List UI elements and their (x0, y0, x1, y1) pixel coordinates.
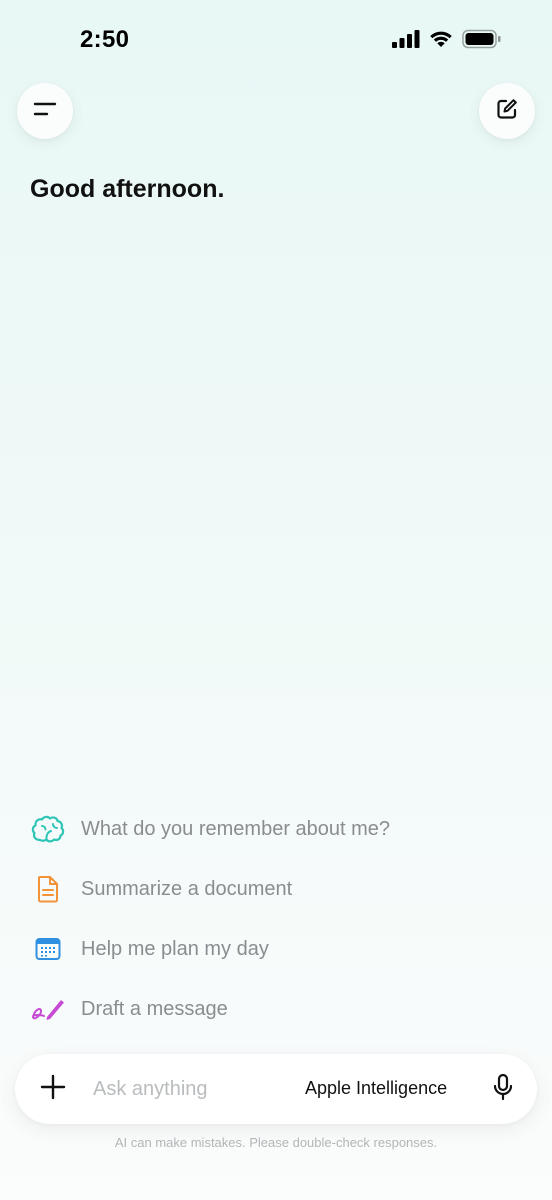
status-icons (392, 29, 502, 54)
microphone-icon (492, 1073, 514, 1106)
menu-button[interactable] (17, 83, 73, 139)
document-icon (30, 871, 66, 907)
voice-button[interactable] (487, 1072, 519, 1106)
plus-icon (40, 1074, 66, 1105)
suggestion-label: Summarize a document (81, 877, 293, 900)
suggestion-label: What do you remember about me? (81, 817, 391, 840)
attach-button[interactable] (35, 1071, 71, 1107)
suggestion-summarize[interactable]: Summarize a document (30, 869, 530, 909)
disclaimer-text: AI can make mistakes. Please double-chec… (114, 1135, 438, 1150)
suggestion-label: Draft a message (81, 997, 228, 1020)
suggestion-label: Help me plan my day (81, 937, 269, 960)
suggestion-list: What do you remember about me? Summarize… (30, 809, 530, 1049)
composer-bar: Apple Intelligence (15, 1054, 537, 1124)
model-selector[interactable]: Apple Intelligence (305, 1078, 447, 1099)
greeting-title: Good afternoon. (30, 175, 225, 203)
status-bar: 2:50 (0, 0, 552, 80)
brain-icon (30, 811, 66, 847)
wifi-icon (428, 29, 454, 54)
battery-icon (462, 29, 502, 54)
new-chat-button[interactable] (479, 83, 535, 139)
suggestion-draft[interactable]: Draft a message (30, 989, 530, 1029)
suggestion-plan-day[interactable]: Help me plan my day (30, 929, 530, 969)
ask-input[interactable] (93, 1074, 283, 1104)
pen-icon (30, 991, 66, 1027)
cellular-signal-icon (392, 30, 420, 53)
menu-icon (33, 101, 57, 122)
compose-icon (495, 97, 519, 126)
suggestion-remember[interactable]: What do you remember about me? (30, 809, 530, 849)
status-time: 2:50 (80, 26, 130, 53)
calendar-icon (30, 931, 66, 967)
